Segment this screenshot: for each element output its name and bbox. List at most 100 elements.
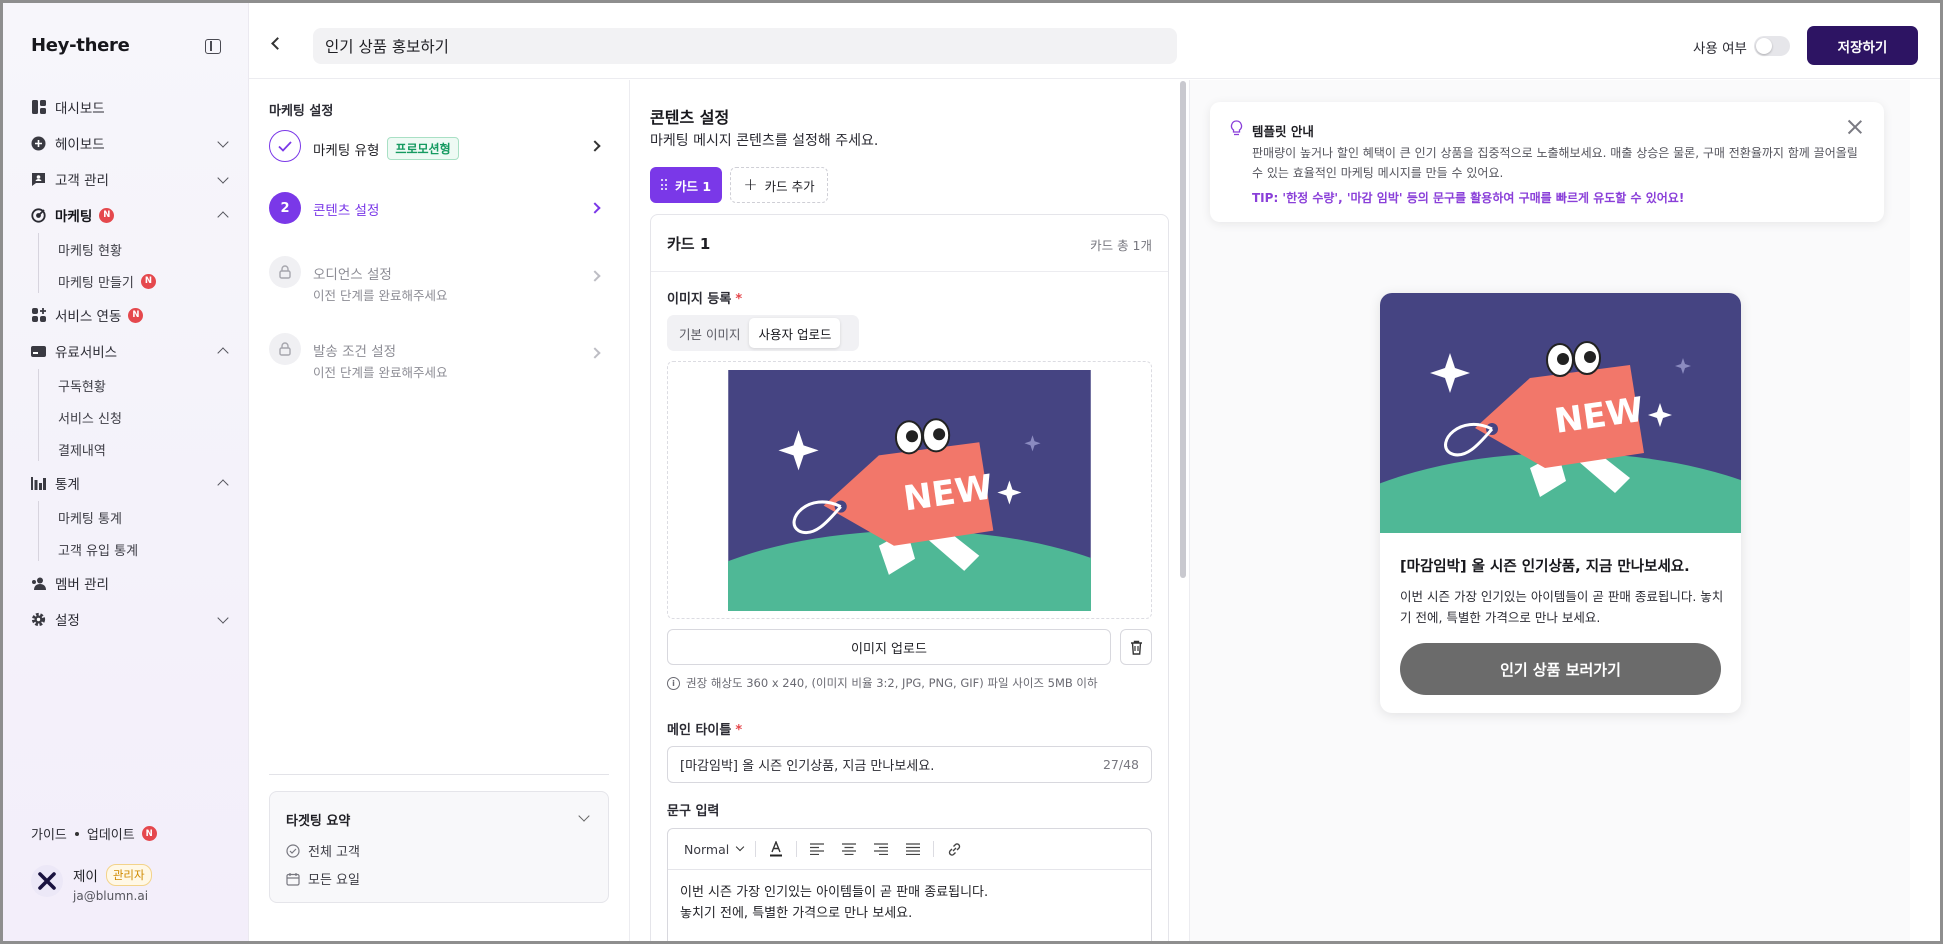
preview-cta-button[interactable]: 인기 상품 보러가기 bbox=[1400, 643, 1721, 695]
sidebar-item-label: 헤이보드 bbox=[55, 137, 105, 153]
main-title-label: 메인 타이틀 * bbox=[667, 719, 742, 738]
rich-text-editor[interactable]: Normal 이번 시즌 가장 인기있는 아이템들이 곧 판매 종료됩니다. 놓… bbox=[667, 828, 1152, 941]
sidebar-item-members[interactable]: 멤버 관리 bbox=[31, 565, 227, 601]
summary-value: 전체 고객 bbox=[308, 845, 360, 860]
new-badge: N bbox=[99, 207, 115, 223]
image-hint-text: 권장 해상도 360 x 240, (이미지 비율 3:2, JPG, PNG,… bbox=[686, 676, 1098, 690]
message-preview-card: NEW [마감임박] 올 시즌 인기상품, 지금 만나보세요. 이번 시즌 가장… bbox=[1380, 293, 1741, 713]
sidebar-subitem-service-request[interactable]: 서비스 신청 bbox=[31, 401, 227, 433]
sidebar-item-heyboard[interactable]: 헤이보드 bbox=[31, 125, 229, 161]
sidebar-subitem-subscriptions[interactable]: 구독현황 bbox=[31, 369, 227, 401]
notice-body: 판매량이 높거나 할인 혜택이 큰 인기 상품을 집중적으로 노출해보세요. 매… bbox=[1252, 146, 1858, 180]
sidebar-subitem-marketing-create[interactable]: 마케팅 만들기 N bbox=[31, 265, 227, 297]
step-send-conditions[interactable]: 발송 조건 설정 이전 단계를 완료해주세요 bbox=[269, 333, 609, 380]
targeting-summary[interactable]: 타겟팅 요약 전체 고객 모든 요일 bbox=[269, 791, 609, 903]
notice-title: 템플릿 안내 bbox=[1252, 124, 1314, 139]
sidebar-item-stats[interactable]: 통계 bbox=[31, 465, 229, 501]
align-justify-icon[interactable] bbox=[905, 841, 921, 857]
sidebar-item-dashboard[interactable]: 대시보드 bbox=[31, 89, 227, 125]
sidebar-subitem-marketing-stats[interactable]: 마케팅 통계 bbox=[31, 501, 227, 533]
sidebar-item-integrations[interactable]: 서비스 연동 N bbox=[31, 297, 227, 333]
top-bar: 사용 여부 저장하기 bbox=[249, 3, 1940, 79]
format-select[interactable]: Normal bbox=[684, 842, 745, 857]
uploaded-image: NEW bbox=[728, 370, 1091, 611]
chevron-down-icon bbox=[217, 172, 229, 184]
step-label-row: 마케팅 유형 프로모션형 bbox=[313, 137, 459, 160]
user-profile[interactable]: 제이 관리자 ja@blumn.ai bbox=[31, 861, 231, 907]
sidebar-item-label: 서비스 연동 bbox=[55, 309, 122, 325]
content-scrollbar[interactable] bbox=[1180, 81, 1186, 578]
paid-submenu: 구독현황 서비스 신청 결제내역 bbox=[31, 369, 227, 465]
sidebar-subitem-label: 고객 유입 통계 bbox=[58, 543, 139, 559]
add-card-button[interactable]: + 카드 추가 bbox=[730, 167, 828, 203]
sidebar-subitem-label: 구독현황 bbox=[58, 379, 106, 395]
image-drop-area[interactable]: NEW bbox=[667, 361, 1152, 619]
avatar bbox=[31, 865, 63, 897]
marketing-submenu: 마케팅 현황 마케팅 만들기 N bbox=[31, 233, 227, 297]
sidebar-item-settings[interactable]: 설정 bbox=[31, 601, 229, 637]
sidebar-subitem-marketing-status[interactable]: 마케팅 현황 bbox=[31, 233, 227, 265]
sidebar-item-paid-services[interactable]: 유료서비스 bbox=[31, 333, 229, 369]
chevron-right-icon bbox=[589, 140, 601, 152]
sidebar-subitem-payments[interactable]: 결제내역 bbox=[31, 433, 227, 465]
image-upload-button[interactable]: 이미지 업로드 bbox=[667, 629, 1111, 665]
step-marketing-type[interactable]: 마케팅 유형 프로모션형 bbox=[269, 130, 609, 176]
sidebar: Hey-there 대시보드 헤이보드 고객 관리 마케팅 N 마케팅 현황 마… bbox=[3, 3, 249, 941]
align-center-icon[interactable] bbox=[841, 841, 857, 857]
toolbar-divider bbox=[933, 841, 935, 857]
step-hint: 이전 단계를 완료해주세요 bbox=[313, 288, 448, 303]
calendar-icon bbox=[286, 872, 300, 886]
preview-title: [마감임박] 올 시즌 인기상품, 지금 만나보세요. bbox=[1400, 559, 1690, 575]
preview-image: NEW bbox=[1380, 293, 1741, 533]
sidebar-item-marketing[interactable]: 마케팅 N bbox=[31, 197, 229, 233]
sidebar-item-label: 대시보드 bbox=[55, 101, 105, 117]
text-color-icon[interactable] bbox=[768, 841, 784, 857]
sidebar-item-label: 통계 bbox=[55, 477, 80, 493]
sidebar-nav: 대시보드 헤이보드 고객 관리 마케팅 N 마케팅 현황 마케팅 만들기 N 서… bbox=[31, 89, 229, 637]
sidebar-footer-links: 가이드 업데이트 N bbox=[31, 824, 157, 843]
card-editor: 카드 1 카드 총 1개 이미지 등록 * 기본 이미지 사용자 업로드 NEW… bbox=[650, 214, 1169, 941]
editor-content[interactable]: 이번 시즌 가장 인기있는 아이템들이 곧 판매 종료됩니다. 놓치기 전에, … bbox=[668, 870, 1151, 936]
update-link[interactable]: 업데이트 bbox=[87, 824, 135, 843]
align-right-icon[interactable] bbox=[873, 841, 889, 857]
step-label: 마케팅 유형 bbox=[313, 142, 380, 159]
step-label-row: 발송 조건 설정 bbox=[313, 340, 396, 360]
lock-icon bbox=[269, 256, 301, 288]
marketing-title-input[interactable] bbox=[313, 28, 1177, 64]
save-button[interactable]: 저장하기 bbox=[1807, 26, 1918, 65]
align-left-icon[interactable] bbox=[809, 841, 825, 857]
card-count: 카드 총 1개 bbox=[1090, 238, 1152, 253]
card-tab-label: 카드 1 bbox=[674, 178, 712, 194]
lock-icon bbox=[269, 333, 301, 365]
chevron-right-icon bbox=[589, 202, 601, 214]
card-tab-1[interactable]: 카드 1 bbox=[650, 167, 722, 203]
guide-link[interactable]: 가이드 bbox=[31, 824, 67, 843]
user-upload-option[interactable]: 사용자 업로드 bbox=[749, 318, 841, 348]
step-audience[interactable]: 오디언스 설정 이전 단계를 완료해주세요 bbox=[269, 256, 609, 303]
delete-image-button[interactable] bbox=[1120, 629, 1152, 665]
chevron-down-icon[interactable] bbox=[578, 810, 590, 822]
sidebar-item-customers[interactable]: 고객 관리 bbox=[31, 161, 229, 197]
sidebar-item-label: 고객 관리 bbox=[55, 173, 109, 189]
close-icon[interactable] bbox=[1848, 120, 1862, 134]
step-label-row: 콘텐츠 설정 bbox=[313, 199, 379, 219]
sidebar-collapse-icon[interactable] bbox=[205, 39, 221, 54]
promo-type-tag: 프로모션형 bbox=[387, 137, 459, 160]
drag-handle-icon[interactable] bbox=[660, 179, 667, 191]
back-arrow-icon[interactable] bbox=[271, 37, 284, 50]
image-hint: i 권장 해상도 360 x 240, (이미지 비율 3:2, JPG, PN… bbox=[667, 675, 1098, 691]
summary-value: 모든 요일 bbox=[308, 873, 360, 888]
sidebar-subitem-inflow-stats[interactable]: 고객 유입 통계 bbox=[31, 533, 227, 565]
text-field-label: 문구 입력 bbox=[667, 804, 720, 819]
char-counter: 27/48 bbox=[1102, 757, 1139, 772]
main-title-input[interactable]: [마감임박] 올 시즌 인기상품, 지금 만나보세요. 27/48 bbox=[667, 746, 1152, 783]
app-window: Hey-there 대시보드 헤이보드 고객 관리 마케팅 N 마케팅 현황 마… bbox=[0, 0, 1943, 944]
sidebar-subitem-label: 마케팅 현황 bbox=[58, 243, 122, 259]
link-icon[interactable] bbox=[946, 841, 962, 857]
active-toggle[interactable] bbox=[1754, 36, 1790, 56]
step-label: 발송 조건 설정 bbox=[313, 344, 397, 360]
section-title: 콘텐츠 설정 bbox=[650, 108, 730, 127]
step-content-settings[interactable]: 2 콘텐츠 설정 bbox=[269, 192, 609, 238]
default-image-option[interactable]: 기본 이미지 bbox=[670, 318, 749, 348]
gear-icon bbox=[31, 612, 46, 627]
